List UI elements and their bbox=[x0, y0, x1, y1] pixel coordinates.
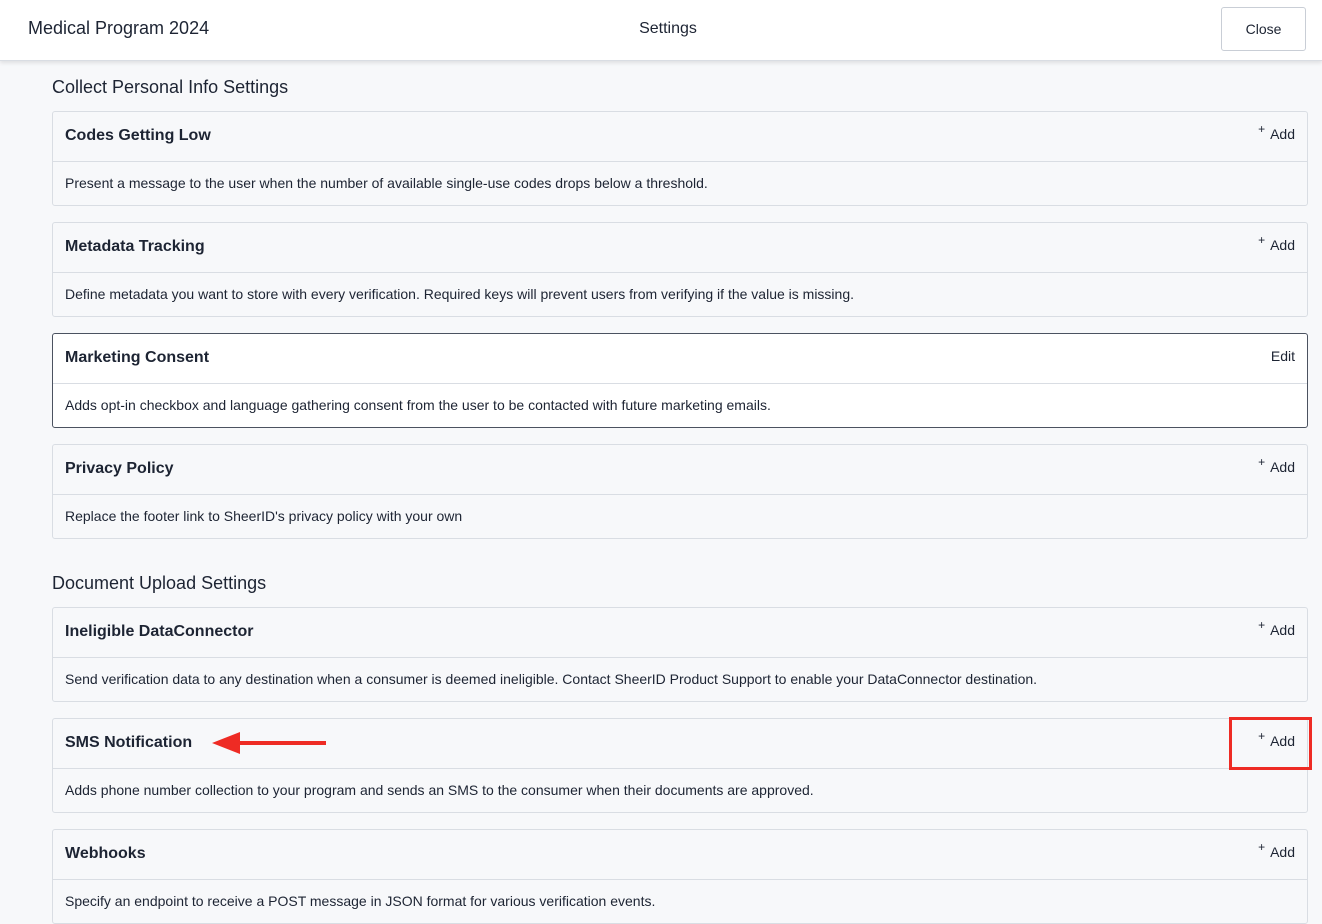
card-header: Metadata Tracking + Add bbox=[53, 223, 1307, 273]
card-description: Present a message to the user when the n… bbox=[65, 175, 708, 191]
edit-marketing-consent-button[interactable]: Edit bbox=[1271, 348, 1295, 364]
red-arrow-icon bbox=[212, 732, 326, 754]
highlight-annotation-box bbox=[1229, 717, 1312, 770]
card-header: Marketing Consent Edit bbox=[53, 334, 1307, 384]
card-title: Ineligible DataConnector bbox=[65, 623, 254, 640]
plus-icon: + bbox=[1258, 122, 1266, 136]
card-metadata-tracking: Metadata Tracking + Add Define metadata … bbox=[52, 222, 1308, 317]
card-description: Define metadata you want to store with e… bbox=[65, 286, 855, 302]
card-title: SMS Notification bbox=[65, 734, 193, 751]
plus-icon: + bbox=[1258, 233, 1266, 247]
card-codes-getting-low: Codes Getting Low + Add Present a messag… bbox=[52, 111, 1308, 206]
card-description: Adds opt-in checkbox and language gather… bbox=[65, 397, 771, 413]
top-bar: Medical Program 2024 Settings Close bbox=[0, 0, 1322, 61]
card-description: Send verification data to any destinatio… bbox=[65, 671, 1038, 687]
card-title: Codes Getting Low bbox=[65, 127, 211, 144]
card-header: Privacy Policy + Add bbox=[53, 445, 1307, 495]
card-action-label: Add bbox=[1270, 126, 1295, 142]
add-webhooks-button[interactable]: + Add bbox=[1258, 840, 1295, 860]
card-header: Ineligible DataConnector + Add bbox=[53, 608, 1307, 658]
card-header: Webhooks + Add bbox=[53, 830, 1307, 880]
card-action-label: Add bbox=[1270, 844, 1295, 860]
plus-icon: + bbox=[1258, 618, 1266, 632]
card-description: Adds phone number collection to your pro… bbox=[65, 782, 814, 798]
card-webhooks: Webhooks + Add Specify an endpoint to re… bbox=[52, 829, 1308, 924]
card-ineligible-dataconnector: Ineligible DataConnector + Add Send veri… bbox=[52, 607, 1308, 702]
section-title-document-upload: Document Upload Settings bbox=[52, 573, 267, 593]
card-action-label: Add bbox=[1270, 622, 1295, 638]
close-button[interactable]: Close bbox=[1221, 7, 1306, 51]
card-title: Metadata Tracking bbox=[65, 238, 205, 255]
add-codes-getting-low-button[interactable]: + Add bbox=[1258, 122, 1295, 142]
add-privacy-policy-button[interactable]: + Add bbox=[1258, 455, 1295, 475]
add-ineligible-dataconnector-button[interactable]: + Add bbox=[1258, 618, 1295, 638]
card-title: Marketing Consent bbox=[65, 349, 210, 366]
card-description: Replace the footer link to SheerID's pri… bbox=[65, 508, 463, 524]
plus-icon: + bbox=[1258, 455, 1266, 469]
card-title: Webhooks bbox=[65, 845, 146, 862]
add-metadata-tracking-button[interactable]: + Add bbox=[1258, 233, 1295, 253]
card-header: Codes Getting Low + Add bbox=[53, 112, 1307, 162]
card-title: Privacy Policy bbox=[65, 460, 174, 477]
section-title-collect-personal-info: Collect Personal Info Settings bbox=[52, 77, 289, 97]
plus-icon: + bbox=[1258, 840, 1266, 854]
card-marketing-consent: Marketing Consent Edit Adds opt-in check… bbox=[52, 333, 1308, 428]
card-action-label: Edit bbox=[1270, 348, 1295, 364]
card-privacy-policy: Privacy Policy + Add Replace the footer … bbox=[52, 444, 1308, 539]
card-description: Specify an endpoint to receive a POST me… bbox=[65, 893, 656, 909]
card-action-label: Add bbox=[1270, 459, 1295, 475]
card-action-label: Add bbox=[1270, 237, 1295, 253]
page-title: Settings bbox=[639, 20, 697, 37]
